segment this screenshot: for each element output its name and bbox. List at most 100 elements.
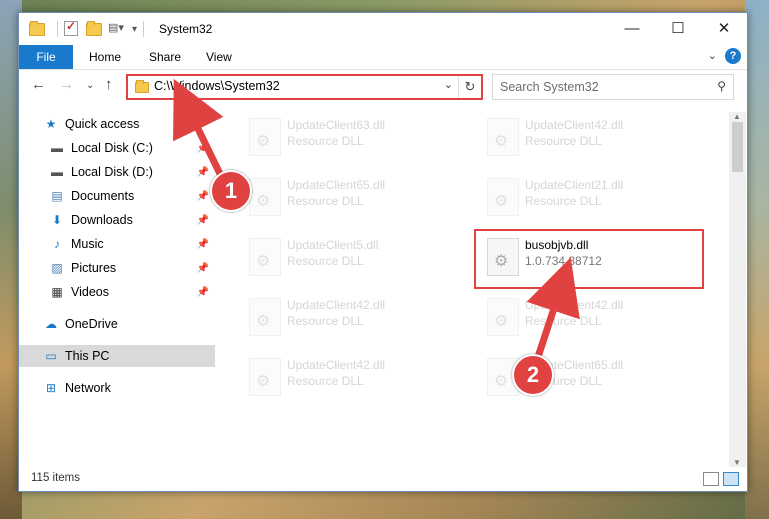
dll-file-icon — [487, 178, 519, 216]
music-icon: ♪ — [54, 237, 60, 251]
pictures-icon: ▨ — [51, 261, 63, 275]
file-description: Resource DLL — [525, 134, 602, 148]
sidebar-item-label: This PC — [65, 349, 110, 363]
properties-icon[interactable] — [64, 19, 80, 37]
file-name: UpdateClient42.dll — [287, 358, 386, 372]
pin-icon[interactable]: 📌 — [197, 143, 209, 154]
navigation-pane: ★ Quick access ▬ Local Disk (C:) 📌 ▬ Loc… — [19, 112, 215, 467]
status-bar: 115 items — [19, 467, 747, 491]
pin-icon[interactable]: 📌 — [197, 167, 209, 178]
refresh-icon[interactable]: ↻ — [458, 76, 481, 98]
sidebar-item-onedrive[interactable]: ☁ OneDrive — [19, 313, 215, 335]
file-name: UpdateClient21.dll — [525, 178, 624, 192]
scroll-down-icon[interactable]: ▼ — [733, 458, 741, 467]
address-bar[interactable]: C:\Windows\System32 ⌄ ↻ — [126, 74, 483, 100]
up-arrow-icon[interactable]: ↑ — [105, 76, 113, 93]
pin-icon[interactable]: 📌 — [197, 215, 209, 226]
tab-home[interactable]: Home — [89, 50, 121, 64]
file-name: UpdateClient65.dll — [525, 358, 624, 372]
forward-arrow-icon[interactable]: → — [59, 76, 74, 93]
vertical-scrollbar[interactable]: ▲ ▼ — [729, 112, 746, 467]
file-item[interactable]: UpdateClient65.dll Resource DLL — [239, 174, 469, 222]
download-icon: ⬇ — [51, 213, 63, 227]
videos-icon: ▦ — [51, 285, 63, 299]
address-path[interactable]: C:\Windows\System32 — [154, 79, 280, 93]
help-icon[interactable]: ? — [725, 48, 741, 64]
search-placeholder: Search System32 — [500, 80, 599, 94]
dll-file-icon — [487, 298, 519, 336]
sidebar-item-downloads[interactable]: ⬇ Downloads 📌 — [19, 209, 215, 231]
scroll-up-icon[interactable]: ▲ — [733, 112, 741, 121]
pin-icon[interactable]: 📌 — [197, 287, 209, 298]
sidebar-item-documents[interactable]: ▤ Documents 📌 — [19, 185, 215, 207]
sidebar-item-label: Music — [71, 237, 104, 251]
file-explorer-window: ▤▾ ▾ System32 — ☐ ✕ File Home Share View… — [18, 12, 748, 492]
tab-share[interactable]: Share — [149, 50, 181, 64]
address-dropdown-icon[interactable]: ⌄ — [444, 78, 453, 91]
sidebar-item-this-pc[interactable]: ▭ This PC — [19, 345, 215, 367]
star-icon: ★ — [45, 117, 57, 131]
sidebar-item-network[interactable]: ⊞ Network — [19, 377, 215, 399]
scrollbar-thumb[interactable] — [732, 122, 743, 172]
dll-file-icon — [487, 118, 519, 156]
pin-icon[interactable]: 📌 — [197, 239, 209, 250]
minimize-button[interactable]: — — [609, 13, 655, 43]
sidebar-item-local-disk-c[interactable]: ▬ Local Disk (C:) 📌 — [19, 137, 215, 159]
window-title: System32 — [159, 22, 213, 36]
ribbon-tabs: File Home Share View ⌄ ? — [19, 45, 747, 70]
file-item[interactable]: UpdateClient63.dll Resource DLL — [239, 114, 469, 162]
file-item-busobjvb[interactable]: busobjvb.dll 1.0.734.38712 — [477, 234, 707, 282]
back-arrow-icon[interactable]: ← — [31, 76, 46, 93]
file-description: Resource DLL — [287, 134, 364, 148]
customize-toolbar-icon[interactable]: ▤▾ — [108, 21, 124, 37]
sidebar-item-label: OneDrive — [65, 317, 118, 331]
file-item[interactable]: UpdateClient42.dll Resource DLL — [239, 354, 469, 402]
desktop-background-right — [745, 0, 769, 519]
sidebar-item-local-disk-d[interactable]: ▬ Local Disk (D:) 📌 — [19, 161, 215, 183]
sidebar-item-pictures[interactable]: ▨ Pictures 📌 — [19, 257, 215, 279]
sidebar-item-quick-access[interactable]: ★ Quick access — [19, 113, 215, 135]
dll-file-icon — [249, 238, 281, 276]
file-item[interactable]: UpdateClient5.dll Resource DLL — [239, 234, 469, 282]
sidebar-item-label: Videos — [71, 285, 109, 299]
dll-file-icon — [249, 118, 281, 156]
sidebar-item-videos[interactable]: ▦ Videos 📌 — [19, 281, 215, 303]
file-description: Resource DLL — [287, 374, 364, 388]
pin-icon[interactable]: 📌 — [197, 191, 209, 202]
file-name: UpdateClient63.dll — [287, 118, 386, 132]
recent-locations-icon[interactable]: ⌄ — [86, 80, 94, 91]
dll-file-icon — [249, 298, 281, 336]
chevron-down-icon[interactable]: ⌄ — [708, 49, 717, 62]
file-name: busobjvb.dll — [525, 238, 589, 252]
toolbar-dropdown-icon[interactable]: ▾ — [132, 24, 137, 35]
file-item[interactable]: UpdateClient42.dll Resource DLL — [477, 294, 707, 342]
file-item[interactable]: UpdateClient42.dll Resource DLL — [239, 294, 469, 342]
documents-icon: ▤ — [51, 189, 63, 203]
dll-file-icon — [487, 358, 519, 396]
file-item[interactable]: UpdateClient42.dll Resource DLL — [477, 114, 707, 162]
file-name: UpdateClient42.dll — [525, 118, 624, 132]
file-item[interactable]: UpdateClient65.dll Resource DLL — [477, 354, 707, 402]
new-folder-icon[interactable] — [86, 21, 102, 37]
file-description: Resource DLL — [287, 254, 364, 268]
sidebar-item-music[interactable]: ♪ Music 📌 — [19, 233, 215, 255]
file-name: UpdateClient42.dll — [525, 298, 624, 312]
search-input[interactable]: Search System32 ⚲ — [492, 74, 734, 100]
search-icon[interactable]: ⚲ — [717, 79, 726, 93]
folder-icon — [29, 21, 45, 37]
tab-view[interactable]: View — [206, 50, 232, 64]
sidebar-item-label: Downloads — [71, 213, 133, 227]
tab-file[interactable]: File — [19, 45, 73, 69]
pin-icon[interactable]: 📌 — [197, 263, 209, 274]
computer-icon: ▭ — [45, 349, 57, 363]
dll-file-icon — [249, 178, 281, 216]
drive-icon: ▬ — [51, 165, 63, 179]
large-icons-view-icon[interactable] — [723, 472, 739, 486]
file-item[interactable]: UpdateClient21.dll Resource DLL — [477, 174, 707, 222]
close-button[interactable]: ✕ — [701, 13, 747, 43]
item-count: 115 items — [31, 472, 81, 484]
file-name: UpdateClient65.dll — [287, 178, 386, 192]
details-view-icon[interactable] — [703, 472, 719, 486]
file-description: Resource DLL — [525, 374, 602, 388]
maximize-button[interactable]: ☐ — [655, 13, 701, 43]
